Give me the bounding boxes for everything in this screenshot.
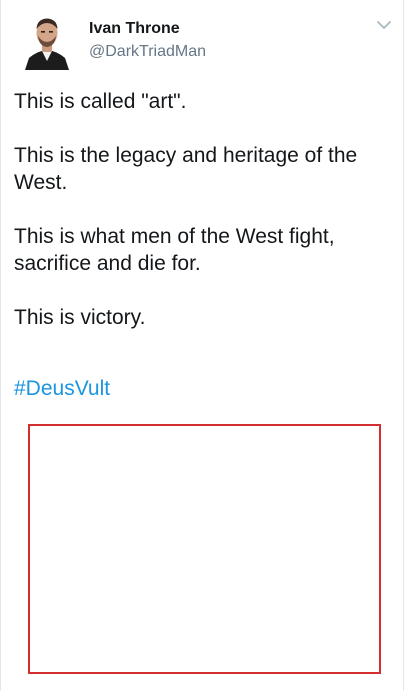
avatar-photo-icon [23,14,71,70]
tweet-header: Ivan Throne @DarkTriadMan [1,0,404,80]
tweet-paragraph: This is what men of the West fight, sacr… [14,225,335,275]
author-handle[interactable]: @DarkTriadMan [89,43,206,61]
avatar[interactable] [23,14,71,70]
media-placeholder[interactable] [28,424,381,674]
tweet-text: This is called "art". This is the legacy… [14,88,384,358]
tweet-paragraph: This is the legacy and heritage of the W… [14,144,358,194]
tweet-paragraph: This is victory. [14,306,146,329]
chevron-down-icon[interactable] [375,18,393,32]
author-name[interactable]: Ivan Throne [89,20,180,38]
hashtag-link[interactable]: #DeusVult [14,375,110,402]
tweet-paragraph: This is called "art". [14,90,187,113]
tweet-card: Ivan Throne @DarkTriadMan This is called… [0,0,404,691]
